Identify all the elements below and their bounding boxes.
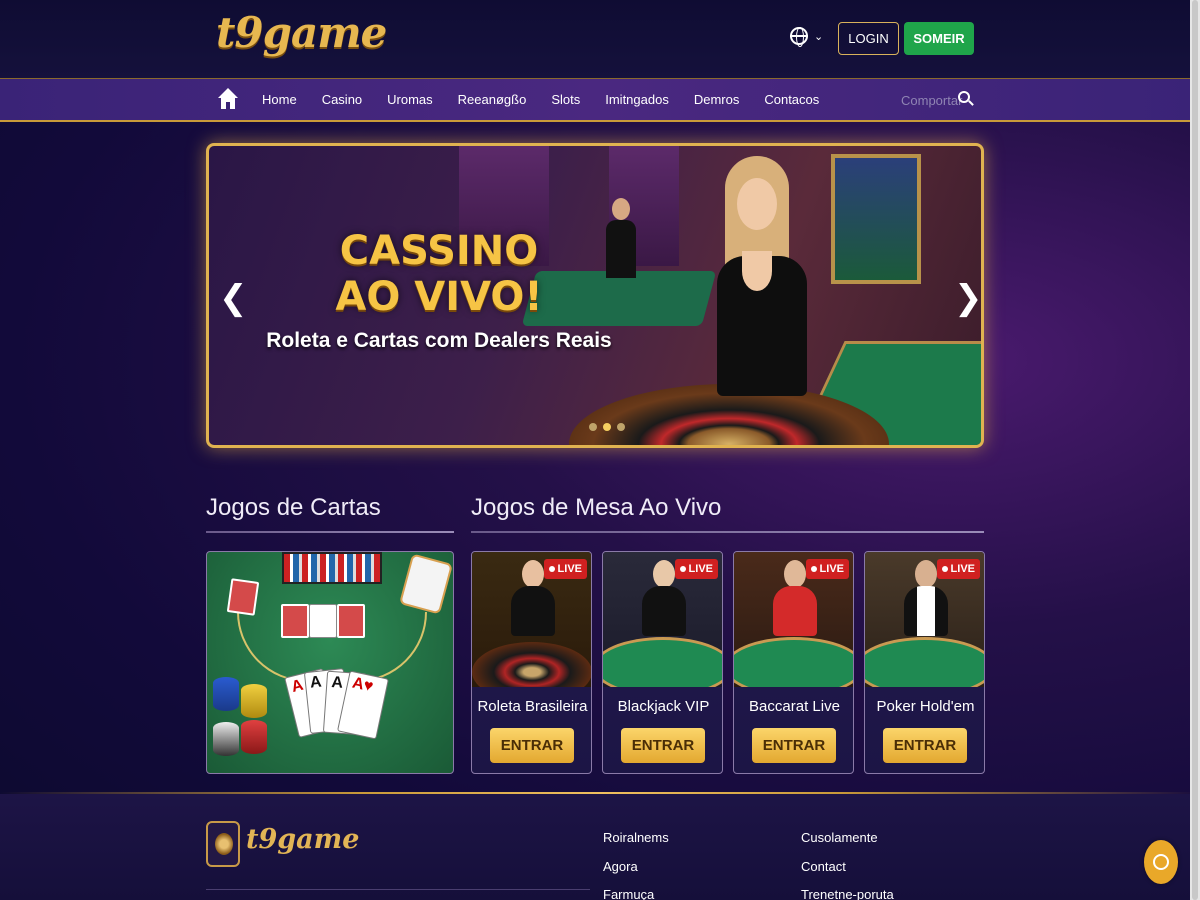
- playing-card: [309, 604, 337, 638]
- card-shoe: [398, 553, 453, 615]
- playing-card: [226, 578, 260, 616]
- nav-menu: Home Casino Uromas Reeanøgßo Slots Imitn…: [262, 92, 844, 107]
- live-game-card[interactable]: LIVE Poker Hold'em ENTRAR: [864, 551, 985, 774]
- banner-title: CASSINO AO VIVO!: [209, 228, 669, 320]
- chevron-down-icon: ⌄: [814, 30, 824, 43]
- playing-card: [281, 604, 309, 638]
- footer-logo[interactable]: t9game: [246, 824, 359, 855]
- nav-item-home[interactable]: Home: [262, 92, 297, 107]
- dealer-figure: [707, 156, 817, 441]
- game-title: Blackjack VIP: [617, 698, 710, 715]
- enter-button[interactable]: ENTRAR: [883, 728, 967, 763]
- live-badge-label: LIVE: [688, 563, 713, 575]
- nav-item-uromas[interactable]: Uromas: [387, 92, 433, 107]
- login-button[interactable]: LOGIN: [838, 22, 899, 55]
- record-dot-icon: [810, 566, 817, 572]
- main-nav: Home Casino Uromas Reeanøgßo Slots Imitn…: [0, 78, 1200, 122]
- nav-item-contacos[interactable]: Contacos: [764, 92, 819, 107]
- game-title: Roleta Brasileira: [477, 698, 588, 715]
- footer-link[interactable]: Trenetne-poruta: [801, 881, 894, 900]
- footer-link[interactable]: Roiralnems: [603, 824, 669, 853]
- site-header: [0, 0, 1200, 78]
- chevron-right-icon[interactable]: ❯: [954, 278, 981, 318]
- wall-screen: [831, 154, 921, 284]
- enter-button[interactable]: ENTRAR: [490, 728, 574, 763]
- footer-link[interactable]: Farmuça: [603, 881, 669, 900]
- carousel-dots: [589, 423, 625, 431]
- game-title: Baccarat Live: [749, 698, 840, 715]
- live-badge: LIVE: [674, 559, 718, 579]
- search-label[interactable]: Comportar: [901, 93, 962, 108]
- divider: [206, 889, 590, 890]
- nav-item-casino[interactable]: Casino: [322, 92, 362, 107]
- carousel-dot[interactable]: [603, 423, 611, 431]
- record-dot-icon: [679, 566, 686, 572]
- banner-title-line1: CASSINO: [339, 228, 539, 274]
- game-title: Poker Hold'em: [876, 698, 975, 715]
- footer-divider: [0, 792, 1200, 794]
- chip-rack: [282, 552, 382, 584]
- live-badge: LIVE: [543, 559, 587, 579]
- chat-button[interactable]: [1144, 840, 1178, 884]
- enter-button[interactable]: ENTRAR: [621, 728, 705, 763]
- live-game-card[interactable]: LIVE Blackjack VIP ENTRAR: [602, 551, 723, 774]
- live-game-card[interactable]: LIVE Baccarat Live ENTRAR: [733, 551, 854, 774]
- signup-button[interactable]: SOMEIR: [904, 22, 974, 55]
- site-footer: [0, 794, 1190, 900]
- home-icon[interactable]: [218, 88, 238, 110]
- chevron-left-icon[interactable]: ❮: [219, 278, 248, 318]
- carousel-dot[interactable]: [589, 423, 597, 431]
- footer-link[interactable]: Cusolamente: [801, 824, 894, 853]
- nav-item-slots[interactable]: Slots: [551, 92, 580, 107]
- live-badge-label: LIVE: [950, 563, 975, 575]
- live-badge-label: LIVE: [557, 563, 582, 575]
- nav-item-demros[interactable]: Demros: [694, 92, 740, 107]
- live-badge: LIVE: [805, 559, 849, 579]
- carousel-dot[interactable]: [617, 423, 625, 431]
- lion-emblem-icon: [206, 821, 240, 867]
- live-game-card[interactable]: LIVE Roleta Brasileira ENTRAR: [471, 551, 592, 774]
- live-section-title: Jogos de Mesa Ao Vivo: [471, 494, 722, 521]
- page-scrollbar[interactable]: [1190, 0, 1200, 900]
- cards-section-title: Jogos de Cartas: [206, 494, 381, 521]
- site-logo[interactable]: t9game: [216, 8, 387, 57]
- chip-stack: [213, 722, 239, 756]
- chat-bubble-icon: [1153, 854, 1169, 870]
- banner-title-line2: AO VIVO!: [335, 274, 543, 320]
- footer-link[interactable]: Agora: [603, 853, 669, 882]
- divider: [206, 531, 454, 533]
- chip-stack: [241, 720, 267, 754]
- chip-stack: [241, 684, 267, 718]
- live-badge-label: LIVE: [819, 563, 844, 575]
- globe-icon: [790, 27, 808, 47]
- record-dot-icon: [548, 566, 555, 572]
- playing-card: [337, 604, 365, 638]
- chip-stack: [213, 677, 239, 711]
- live-badge: LIVE: [936, 559, 980, 579]
- footer-links-col2: Cusolamente Contact Trenetne-poruta: [801, 824, 894, 900]
- enter-button[interactable]: ENTRAR: [752, 728, 836, 763]
- record-dot-icon: [941, 566, 948, 572]
- nav-item-reeanegbo[interactable]: Reeanøgßo: [458, 92, 527, 107]
- card-games-panel[interactable]: A A A A♥: [206, 551, 454, 774]
- footer-link[interactable]: Contact: [801, 853, 894, 882]
- hero-banner[interactable]: CASSINO AO VIVO! Roleta e Cartas com Dea…: [206, 143, 984, 448]
- divider: [471, 531, 984, 533]
- language-selector[interactable]: ⌄: [790, 27, 824, 47]
- nav-item-imitngados[interactable]: Imitngados: [605, 92, 669, 107]
- footer-links-col1: Roiralnems Agora Farmuça: [603, 824, 669, 900]
- search-icon[interactable]: [958, 91, 974, 107]
- banner-subtitle: Roleta e Cartas com Dealers Reais: [266, 329, 612, 352]
